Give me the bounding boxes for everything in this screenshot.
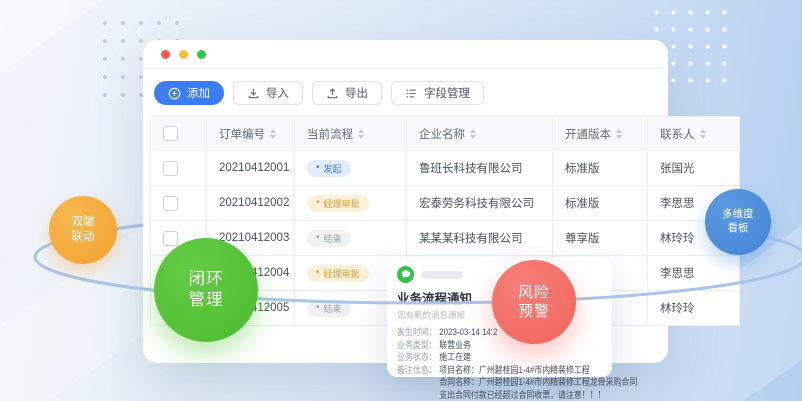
add-button[interactable]: 添加	[154, 81, 224, 105]
contact-cell: 张国光	[648, 151, 740, 186]
business-type-value: 联营业务	[439, 339, 471, 352]
table-row[interactable]: 20210412002 经理审批 宏泰劳务科技有限公司 标准版 李思思	[151, 186, 740, 221]
version-cell: 标准版	[553, 151, 648, 186]
row-checkbox[interactable]	[163, 196, 178, 211]
company-cell: 宏泰劳务科技有限公司	[407, 186, 553, 221]
import-button-label: 导入	[266, 85, 289, 101]
export-button-label: 导出	[345, 85, 368, 101]
export-upload-icon	[326, 87, 339, 100]
occur-time-value: 2023-03-14 14:2	[439, 326, 497, 339]
feature-badge-multi-dimension-dashboard: 多维度 看板	[705, 189, 771, 255]
traffic-light-minimize-icon[interactable]	[179, 50, 188, 59]
field-management-button[interactable]: 字段管理	[391, 81, 484, 105]
select-all-checkbox[interactable]	[163, 126, 178, 141]
feature-badge-risk-warning: 风险 预警	[492, 260, 576, 344]
column-header-contact[interactable]: 联系人	[660, 126, 706, 142]
traffic-light-close-icon[interactable]	[161, 50, 170, 59]
status-badge: 结束	[307, 300, 351, 317]
table-row[interactable]: 20210412001 发起 鲁班长科技有限公司 标准版 张国光	[151, 151, 740, 186]
order-no-cell: 20210412001	[207, 151, 295, 186]
column-header-company[interactable]: 企业名称	[419, 126, 476, 142]
column-header-current-flow[interactable]: 当前流程	[307, 126, 364, 142]
column-header-order-no[interactable]: 订单编号	[219, 126, 276, 142]
row-checkbox[interactable]	[163, 161, 178, 176]
add-button-label: 添加	[187, 85, 210, 101]
order-no-cell: 20210412002	[207, 186, 295, 221]
toolbar: 添加 导入 导出 字段管理	[143, 69, 668, 105]
feature-badge-dual-end-linkage: 双端 联动	[49, 196, 117, 264]
sort-icon[interactable]	[470, 129, 476, 139]
status-badge: 经理审批	[307, 195, 369, 212]
import-button[interactable]: 导入	[233, 81, 303, 105]
export-button[interactable]: 导出	[312, 81, 382, 105]
sort-icon[interactable]	[270, 129, 276, 139]
remark-line-3: 支出合同付款已经超过合同收票，请注意！！！	[439, 389, 601, 401]
remark-line-2: 合同名称：广州碧桂园1-4#市内精装修工程龙骨采购合同	[439, 376, 601, 389]
feature-badge-closed-loop-management: 闭环 管理	[154, 238, 258, 342]
plus-circle-icon	[168, 87, 181, 100]
business-status-value: 施工在建	[439, 351, 471, 364]
sort-icon[interactable]	[616, 129, 622, 139]
remark-line-1: 项目名称：广州碧桂园1-4#市内精装修工程	[439, 364, 589, 377]
sort-icon[interactable]	[358, 129, 364, 139]
company-cell: 某某某科技有限公司	[407, 221, 553, 256]
notification-fields: 发生时间：2023-03-14 14:2 业务类型：联营业务 业务状态：施工在建…	[397, 326, 601, 401]
traffic-light-maximize-icon[interactable]	[197, 50, 206, 59]
sort-icon[interactable]	[700, 129, 706, 139]
chat-app-icon	[397, 266, 414, 283]
field-management-button-label: 字段管理	[424, 85, 470, 101]
contact-cell: 李思思	[648, 256, 740, 291]
list-settings-icon	[405, 87, 418, 100]
status-badge: 结束	[307, 230, 351, 247]
page-background: 添加 导入 导出 字段管理	[0, 0, 802, 401]
status-badge: 经理审批	[307, 265, 369, 282]
import-download-icon	[247, 87, 260, 100]
contact-cell: 林玲玲	[648, 291, 740, 326]
status-badge: 发起	[307, 160, 351, 177]
row-checkbox[interactable]	[163, 231, 178, 246]
window-titlebar	[143, 40, 668, 69]
version-cell: 尊享版	[553, 221, 648, 256]
company-cell: 鲁班长科技有限公司	[407, 151, 553, 186]
sender-placeholder	[421, 271, 463, 279]
table-header-row: 订单编号 当前流程 企业名称 开通版本 联系人	[151, 117, 740, 151]
column-header-version[interactable]: 开通版本	[565, 126, 622, 142]
version-cell: 标准版	[553, 186, 648, 221]
